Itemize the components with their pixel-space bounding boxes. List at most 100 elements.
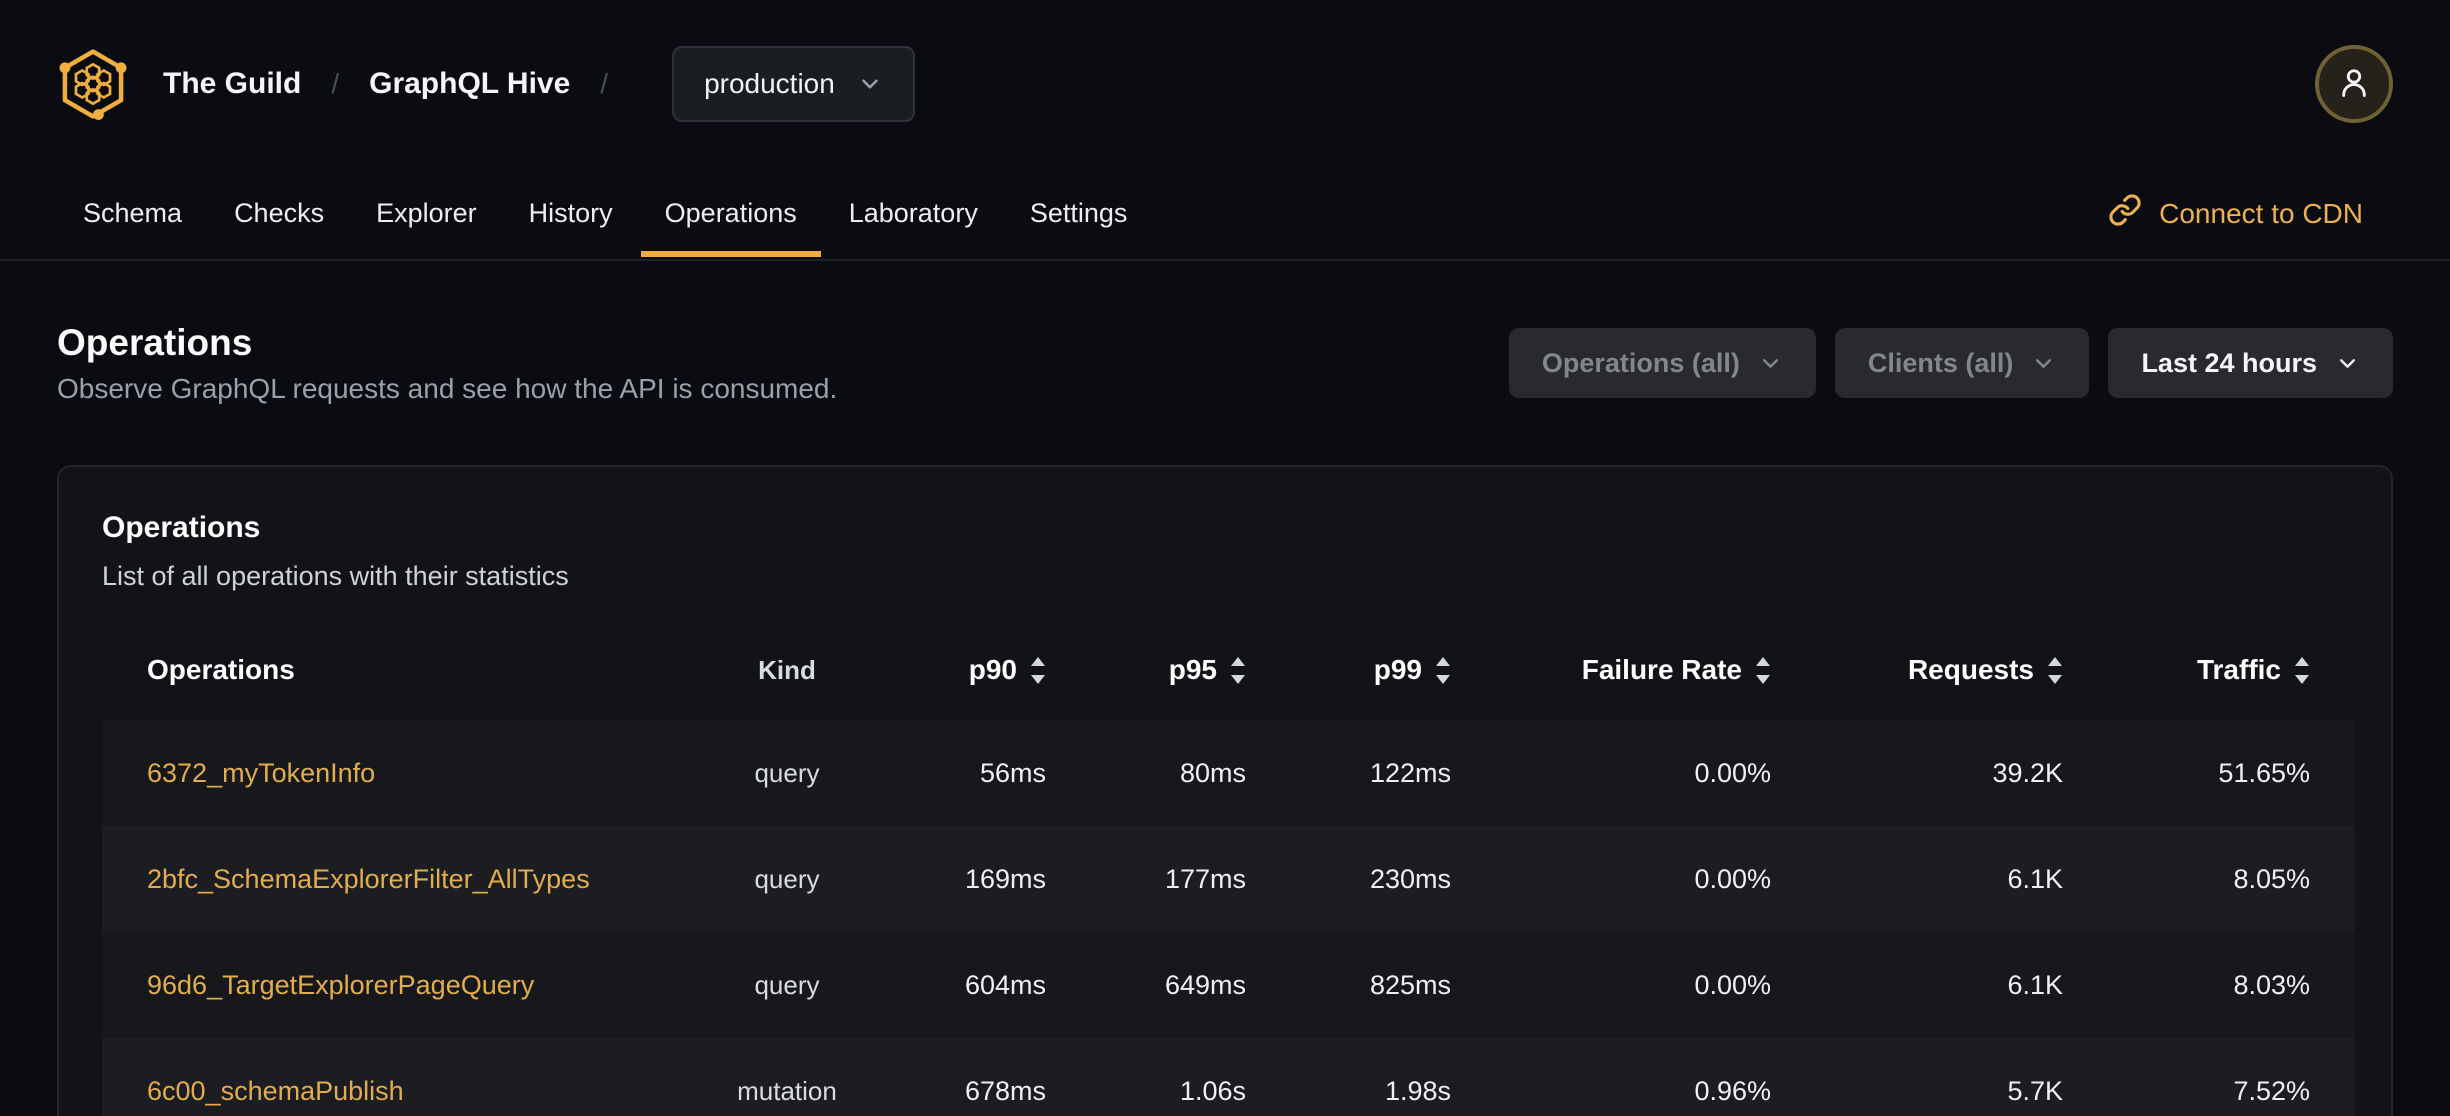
nav-tab-label: Explorer xyxy=(376,198,477,228)
target-selector[interactable]: production xyxy=(672,46,915,122)
operation-p95: 1.06s xyxy=(1179,1075,1246,1106)
sort-icon xyxy=(1030,656,1046,684)
connect-cdn-link[interactable]: Connect to CDN xyxy=(2108,193,2363,234)
operations-table: Operations Kind p90 p95 p99 Failure Rate… xyxy=(102,620,2355,1116)
hive-logo-icon[interactable] xyxy=(57,46,129,122)
project-tabs: Schema Checks Explorer History Operation… xyxy=(57,168,1153,259)
operation-p90: 169ms xyxy=(964,863,1046,894)
nav-tab-label: Settings xyxy=(1029,198,1128,228)
clients-filter-label: Clients (all) xyxy=(1867,347,2014,378)
card-subtitle: List of all operations with their statis… xyxy=(102,561,569,591)
nav-tab[interactable]: Laboratory xyxy=(823,168,1004,259)
page-heading: Operations Observe GraphQL requests and … xyxy=(57,319,837,407)
breadcrumb-separator: / xyxy=(331,68,340,99)
nav-tab[interactable]: Schema xyxy=(57,168,208,259)
sort-icon xyxy=(1230,656,1246,684)
nav-tab-label: Checks xyxy=(234,198,325,228)
sort-icon xyxy=(2294,656,2310,684)
column-header-operations: Operations xyxy=(147,654,295,685)
breadcrumb-org[interactable]: The Guild xyxy=(163,67,301,101)
operation-p90: 604ms xyxy=(964,969,1046,1000)
nav-tab[interactable]: Checks xyxy=(208,168,350,259)
operation-requests: 5.7K xyxy=(2007,1075,2063,1106)
page-title: Operations xyxy=(57,322,253,363)
page-subtitle: Observe GraphQL requests and see how the… xyxy=(57,373,838,404)
operation-requests: 39.2K xyxy=(1992,757,2063,788)
column-header-p95[interactable]: p95 xyxy=(1047,620,1247,720)
chevron-down-icon xyxy=(857,71,883,97)
table-header-row: Operations Kind p90 p95 p99 Failure Rate… xyxy=(102,620,2355,720)
chevron-down-icon xyxy=(1758,351,1783,376)
operation-row[interactable]: 6c00_schemaPublish mutation 678ms 1.06s … xyxy=(102,1038,2355,1116)
operation-traffic: 8.03% xyxy=(2233,969,2310,1000)
nav-tab-label: Laboratory xyxy=(848,198,978,228)
sort-icon xyxy=(2047,656,2063,684)
operation-traffic: 8.05% xyxy=(2233,863,2310,894)
operation-requests: 6.1K xyxy=(2007,969,2063,1000)
period-filter-dropdown[interactable]: Last 24 hours xyxy=(2108,328,2393,398)
operation-failure-rate: 0.00% xyxy=(1694,863,1771,894)
operation-failure-rate: 0.00% xyxy=(1694,757,1771,788)
operation-link[interactable]: 2bfc_SchemaExplorerFilter_AllTypes xyxy=(147,864,590,894)
operation-p99: 230ms xyxy=(1369,863,1451,894)
operation-p99: 825ms xyxy=(1369,969,1451,1000)
column-header-p90[interactable]: p90 xyxy=(912,620,1047,720)
operation-kind: query xyxy=(754,969,820,1000)
user-avatar[interactable] xyxy=(2315,45,2393,123)
operation-traffic: 51.65% xyxy=(2218,757,2310,788)
nav-tab-label: Operations xyxy=(664,198,797,228)
operation-p99: 122ms xyxy=(1369,757,1451,788)
nav-tab[interactable]: Settings xyxy=(1004,168,1154,259)
sort-icon xyxy=(1435,656,1451,684)
operation-link[interactable]: 96d6_TargetExplorerPageQuery xyxy=(147,970,534,1000)
connect-cdn-label: Connect to CDN xyxy=(2159,197,2363,229)
filter-toolbar: Operations (all) Clients (all) Last 24 h… xyxy=(1508,328,2393,398)
nav-tab-label: History xyxy=(528,198,613,228)
sort-icon xyxy=(1755,656,1771,684)
column-header-requests[interactable]: Requests xyxy=(1772,620,2064,720)
operation-link[interactable]: 6c00_schemaPublish xyxy=(147,1076,404,1106)
operation-kind: query xyxy=(754,757,820,788)
breadcrumb-project[interactable]: GraphQL Hive xyxy=(369,67,570,101)
operation-link[interactable]: 6372_myTokenInfo xyxy=(147,758,375,788)
operations-filter-dropdown[interactable]: Operations (all) xyxy=(1508,328,1816,398)
card-title: Operations xyxy=(102,511,261,544)
operation-row[interactable]: 96d6_TargetExplorerPageQuery query 604ms… xyxy=(102,932,2355,1038)
operation-failure-rate: 0.96% xyxy=(1694,1075,1771,1106)
operation-p99: 1.98s xyxy=(1384,1075,1451,1106)
column-header-p99[interactable]: p99 xyxy=(1247,620,1452,720)
column-header-kind: Kind xyxy=(758,654,816,685)
clients-filter-dropdown[interactable]: Clients (all) xyxy=(1834,328,2090,398)
operation-p90: 56ms xyxy=(979,757,1046,788)
target-selector-value: production xyxy=(704,68,835,99)
operations-filter-label: Operations (all) xyxy=(1541,347,1740,378)
operation-p95: 177ms xyxy=(1164,863,1246,894)
operation-p95: 649ms xyxy=(1164,969,1246,1000)
nav-tab[interactable]: History xyxy=(503,168,639,259)
nav-tab[interactable]: Explorer xyxy=(350,168,503,259)
chevron-down-icon xyxy=(2031,351,2056,376)
operation-traffic: 7.52% xyxy=(2233,1075,2310,1106)
operation-requests: 6.1K xyxy=(2007,863,2063,894)
operations-card: Operations List of all operations with t… xyxy=(57,465,2393,1116)
operation-row[interactable]: 2bfc_SchemaExplorerFilter_AllTypes query… xyxy=(102,826,2355,932)
breadcrumb: The Guild / GraphQL Hive / xyxy=(163,67,638,101)
user-icon xyxy=(2335,63,2373,106)
column-header-failure-rate[interactable]: Failure Rate xyxy=(1452,620,1772,720)
operation-kind: mutation xyxy=(737,1075,837,1106)
nav-tab[interactable]: Operations xyxy=(639,168,823,259)
operation-row[interactable]: 6372_myTokenInfo query 56ms 80ms 122ms 0… xyxy=(102,720,2355,826)
operations-page: Operations Observe GraphQL requests and … xyxy=(0,319,2450,1116)
nav-tab-label: Schema xyxy=(83,198,183,228)
operation-failure-rate: 0.00% xyxy=(1694,969,1771,1000)
operation-p90: 678ms xyxy=(964,1075,1046,1106)
period-filter-label: Last 24 hours xyxy=(2141,347,2317,378)
top-bar: The Guild / GraphQL Hive / production xyxy=(0,0,2450,168)
graphql-hive-app: The Guild / GraphQL Hive / production Sc… xyxy=(0,0,2450,1116)
breadcrumb-separator: / xyxy=(600,68,609,99)
chevron-down-icon xyxy=(2335,351,2360,376)
link-icon xyxy=(2108,193,2142,234)
column-header-traffic[interactable]: Traffic xyxy=(2064,620,2355,720)
operation-kind: query xyxy=(754,863,820,894)
project-nav-bar: Schema Checks Explorer History Operation… xyxy=(0,168,2450,261)
